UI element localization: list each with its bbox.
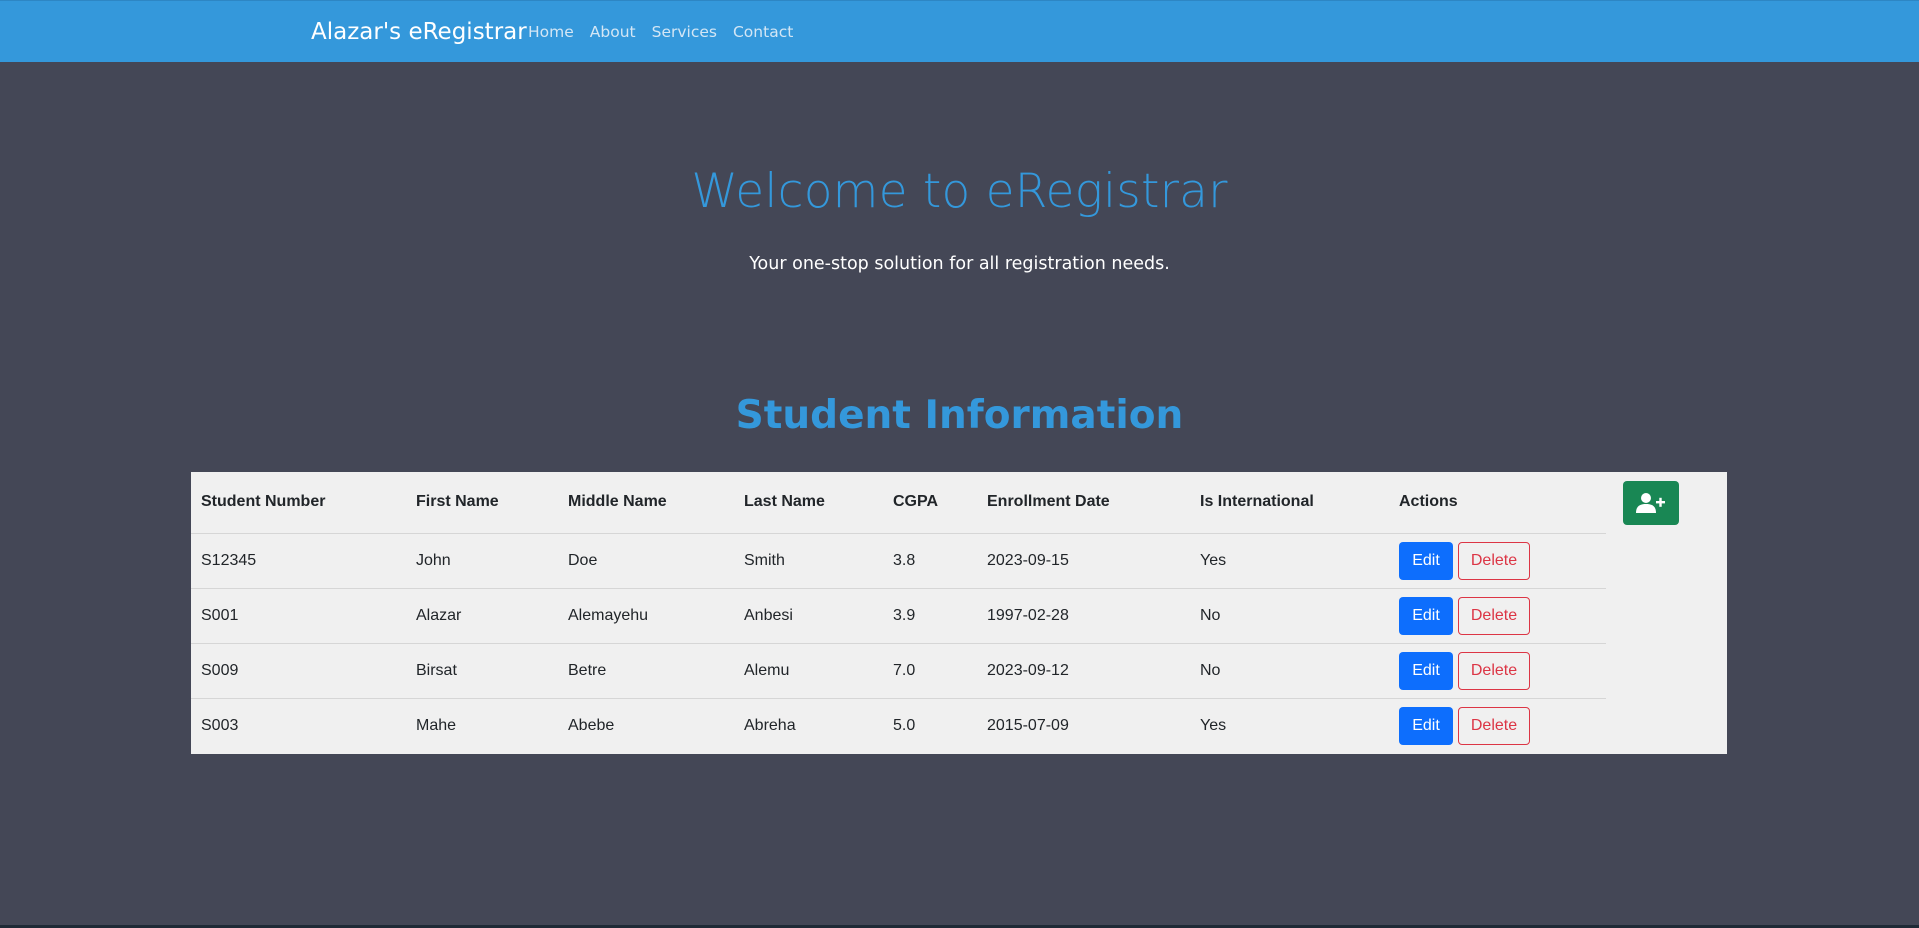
delete-button[interactable]: Delete xyxy=(1458,541,1530,580)
cell-student-number: S001 xyxy=(191,588,406,644)
header-actions: Actions xyxy=(1389,472,1606,534)
nav-link-about[interactable]: About xyxy=(590,23,636,41)
student-table: Student Number First Name Middle Name La… xyxy=(191,472,1606,753)
nav-link-services[interactable]: Services xyxy=(652,23,717,41)
cell-first-name: Birsat xyxy=(406,643,558,699)
cell-enrollment-date: 2023-09-15 xyxy=(977,533,1190,589)
cell-cgpa: 3.8 xyxy=(883,533,977,589)
cell-actions: Edit Delete xyxy=(1389,698,1606,753)
edit-button[interactable]: Edit xyxy=(1399,596,1453,635)
cell-last-name: Anbesi xyxy=(734,588,883,644)
edit-button[interactable]: Edit xyxy=(1399,651,1453,690)
navbar-brand[interactable]: Alazar's eRegistrar xyxy=(311,19,527,45)
cell-cgpa: 3.9 xyxy=(883,588,977,644)
cell-is-international: Yes xyxy=(1200,716,1227,734)
cell-student-number: S009 xyxy=(191,643,406,699)
cell-is-international: Yes xyxy=(1190,533,1389,589)
cell-enrollment-date: 2015-07-09 xyxy=(987,716,1069,734)
edit-button[interactable]: Edit xyxy=(1399,541,1453,580)
table-header-row: Student Number First Name Middle Name La… xyxy=(191,472,1606,534)
cell-student-number: S003 xyxy=(201,716,239,734)
student-table-container: Student Number First Name Middle Name La… xyxy=(191,472,1727,754)
cell-actions: Edit Delete xyxy=(1389,643,1606,699)
nav-link-contact[interactable]: Contact xyxy=(733,23,793,41)
delete-button[interactable]: Delete xyxy=(1458,651,1530,690)
section-title: Student Information xyxy=(735,393,1184,438)
header-cgpa: CGPA xyxy=(883,472,977,534)
add-user-icon xyxy=(1636,493,1665,513)
table-row: S001 Alazar Alemayehu Anbesi 3.9 1997-02… xyxy=(191,588,1606,644)
cell-is-international: No xyxy=(1190,588,1389,644)
nav-links: Home About Services Contact xyxy=(528,23,793,41)
cell-first-name: John xyxy=(406,533,558,589)
navbar: Alazar's eRegistrar Home About Services … xyxy=(0,0,1919,62)
cell-middle-name: Betre xyxy=(558,643,734,699)
table-row: S003 Mahe Abebe Abreha 5.0 2015-07-09 Ye… xyxy=(191,698,1606,753)
cell-last-name: Abreha xyxy=(744,716,796,734)
table-row: S009 Birsat Betre Alemu 7.0 2023-09-12 N… xyxy=(191,643,1606,699)
delete-button[interactable]: Delete xyxy=(1458,706,1530,745)
header-student-number: Student Number xyxy=(191,472,406,534)
hero-subtitle: Your one-stop solution for all registrat… xyxy=(749,254,1170,274)
hero-title: Welcome to eRegistrar xyxy=(691,164,1228,219)
header-last-name: Last Name xyxy=(734,472,883,534)
add-student-button[interactable] xyxy=(1623,481,1679,525)
cell-actions: Edit Delete xyxy=(1389,533,1606,589)
header-is-international: Is International xyxy=(1190,472,1389,534)
cell-student-number: S12345 xyxy=(191,533,406,589)
cell-actions: Edit Delete xyxy=(1389,588,1606,644)
table-row: S12345 John Doe Smith 3.8 2023-09-15 Yes… xyxy=(191,533,1606,589)
header-first-name: First Name xyxy=(406,472,558,534)
delete-button[interactable]: Delete xyxy=(1458,596,1530,635)
cell-middle-name: Alemayehu xyxy=(558,588,734,644)
header-enrollment-date: Enrollment Date xyxy=(977,472,1190,534)
cell-middle-name: Abebe xyxy=(568,716,615,734)
cell-enrollment-date: 1997-02-28 xyxy=(977,588,1190,644)
cell-enrollment-date: 2023-09-12 xyxy=(977,643,1190,699)
cell-is-international: No xyxy=(1190,643,1389,699)
cell-last-name: Alemu xyxy=(734,643,883,699)
cell-last-name: Smith xyxy=(734,533,883,589)
header-middle-name: Middle Name xyxy=(558,472,734,534)
cell-cgpa: 5.0 xyxy=(893,716,916,734)
cell-first-name: Alazar xyxy=(406,588,558,644)
cell-cgpa: 7.0 xyxy=(883,643,977,699)
cell-middle-name: Doe xyxy=(558,533,734,589)
edit-button[interactable]: Edit xyxy=(1399,706,1453,745)
cell-first-name: Mahe xyxy=(416,716,457,734)
nav-link-home[interactable]: Home xyxy=(528,23,574,41)
